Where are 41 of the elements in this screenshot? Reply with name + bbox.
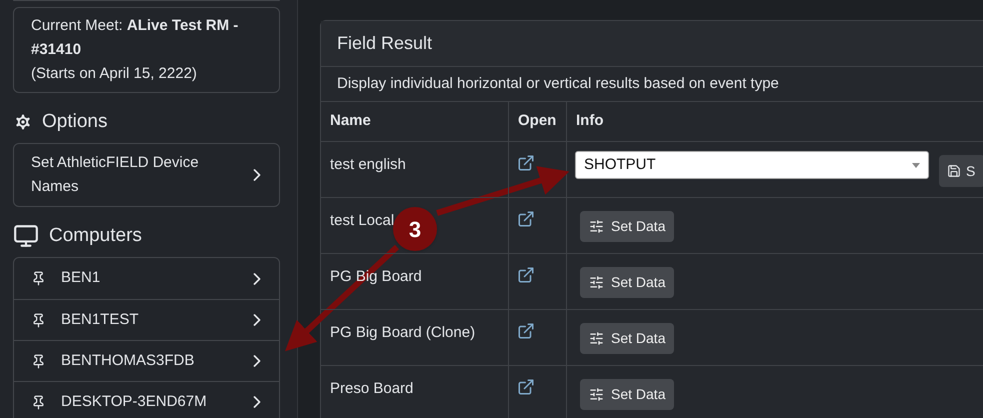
save-button[interactable]: S	[939, 155, 983, 187]
gear-icon	[13, 112, 33, 132]
pin-icon	[31, 354, 46, 368]
computer-item[interactable]: BENTHOMAS3FDB	[14, 340, 279, 381]
computer-item[interactable]: BEN1TEST	[14, 299, 279, 340]
name-cell: Preso Board	[321, 366, 509, 418]
save-icon	[947, 164, 961, 178]
pin-icon	[31, 312, 46, 328]
name-cell: test english	[321, 142, 509, 198]
event-select[interactable]: SHOTPUT	[575, 151, 929, 179]
options-item[interactable]: Set AthleticFIELD Device Names	[14, 144, 279, 206]
sliders-icon	[589, 387, 604, 402]
sliders-icon	[589, 275, 604, 290]
pin-icon	[31, 394, 46, 410]
card-description: Display individual horizontal or vertical results based on event type	[321, 67, 983, 102]
set-data-button[interactable]: Set Data	[580, 267, 674, 298]
card-title: Field Result	[321, 21, 983, 67]
open-link-icon[interactable]	[517, 378, 535, 396]
open-link-icon[interactable]	[517, 322, 535, 340]
open-link-icon[interactable]	[517, 266, 535, 284]
current-meet-text: Current Meet: ALive Test RM - #31410	[31, 16, 240, 60]
computer-item[interactable]: DESKTOP-3END67M	[14, 381, 279, 418]
monitor-icon	[13, 223, 39, 249]
column-header: Name	[321, 102, 509, 142]
dropdown-caret-icon	[912, 162, 920, 168]
name-cell: PG Big Board	[321, 254, 509, 310]
column-header: Info	[567, 102, 983, 142]
name-cell: PG Big Board (Clone)	[321, 310, 509, 366]
pin-icon	[31, 271, 46, 286]
open-link-icon[interactable]	[517, 154, 535, 172]
set-data-button[interactable]: Set Data	[580, 211, 674, 242]
meet-start-date: (Starts on April 15, 2222)	[31, 64, 198, 84]
set-data-button[interactable]: Set Data	[580, 323, 674, 354]
open-link-icon[interactable]	[517, 210, 535, 228]
set-data-button[interactable]: Set Data	[580, 379, 674, 410]
section-heading: Computers	[49, 224, 142, 248]
sliders-icon	[589, 219, 604, 234]
column-header: Open	[509, 102, 567, 142]
sliders-icon	[589, 331, 604, 346]
computer-item[interactable]: BEN1	[14, 258, 279, 299]
section-heading: Options	[42, 110, 108, 134]
